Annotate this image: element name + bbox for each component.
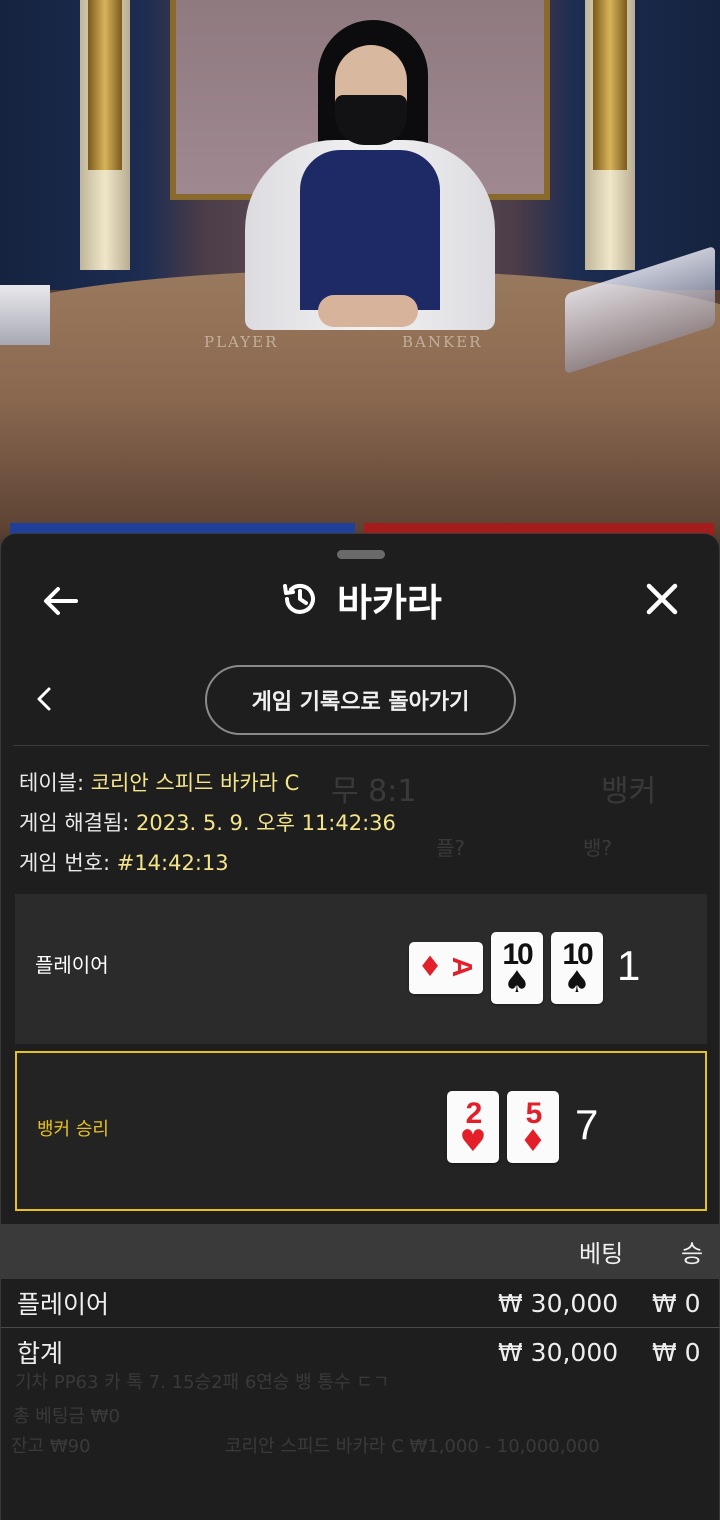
player-hand-panel: 플레이어 ♦ A 10 ♠ 10 ♠ 1 [15, 894, 707, 1044]
banker-score: 7 [575, 1101, 599, 1148]
banker-hand-panel: 뱅커 승리 2 ♥ 5 ♦ 7 [15, 1051, 707, 1211]
table-row: 플레이어 ₩ 30,000 ₩ 0 [1, 1279, 720, 1327]
history-sheet: 바카라 게임 기록으로 돌아가기 무 8:1 뱅커 플? 뱅? 테이블: 코리안… [0, 533, 720, 1520]
ghost-footer-stats: 기차 PP63 카 톡 7. 15승2패 6연승 뱅 통수 ㄷㄱ [15, 1372, 390, 1393]
dealer-mask [335, 95, 407, 145]
bet-amount: ₩ 30,000 [498, 1288, 619, 1318]
previous-button[interactable] [31, 684, 57, 714]
table-info: 테이블: 코리안 스피드 바카라 C [19, 767, 299, 797]
total-bet-amount: ₩ 30,000 [498, 1337, 619, 1367]
dealer-vest [300, 150, 440, 310]
chevron-left-icon [37, 687, 51, 711]
table-info-label: 테이블: [19, 771, 85, 795]
table-banker-label: BANKER [402, 333, 483, 351]
card-suit: ♦ [417, 950, 443, 983]
close-button[interactable] [641, 578, 683, 620]
dealer-hands [318, 295, 418, 327]
ghost-player-question: 플? [436, 836, 466, 860]
screen: PLAYER BANKER 바카라 게임 기록으로 돌아가기 무 8:1 뱅커 … [0, 0, 720, 1520]
win-column-header: 승 [681, 1240, 704, 1268]
discard-tray [0, 285, 50, 345]
ghost-banker-label: 뱅커 [601, 774, 657, 809]
game-number-info: 게임 번호: #14:42:13 [19, 847, 229, 877]
table-info-value: 코리안 스피드 바카라 C [90, 771, 300, 795]
drag-handle[interactable] [337, 550, 385, 559]
player-score: 1 [617, 942, 641, 989]
game-number-label: 게임 번호: [19, 851, 111, 875]
history-clock-icon [283, 583, 315, 614]
table-player-label: PLAYER [204, 333, 279, 351]
playing-card: 2 ♥ [447, 1091, 499, 1163]
banker-win-label: 뱅커 승리 [37, 1119, 109, 1140]
arrow-left-icon [44, 587, 78, 615]
card-suit: ♦ [519, 1124, 547, 1159]
playing-card: 5 ♦ [507, 1091, 559, 1163]
ghost-table-limits: 코리안 스피드 바카라 C ₩1,000 - 10,000,000 [225, 1436, 600, 1457]
card-rank: A [447, 956, 478, 976]
sheet-header: 바카라 [281, 574, 442, 625]
playing-card: ♦ A [409, 942, 483, 994]
live-video-scene: PLAYER BANKER [0, 0, 720, 560]
bets-table-header: 베팅 승 [1, 1224, 720, 1279]
banker-cards: 2 ♥ 5 ♦ [447, 1091, 559, 1163]
playing-card: 10 ♠ [551, 932, 603, 1004]
card-suit: ♠ [563, 965, 591, 1000]
back-button[interactable] [39, 580, 81, 622]
sheet-title: 바카라 [337, 580, 442, 625]
close-icon [646, 583, 678, 615]
ghost-balance: 잔고 ₩90 [11, 1436, 91, 1457]
ghost-total-bet: 총 베팅금 ₩0 [13, 1406, 120, 1427]
ghost-banker-question: 뱅? [583, 836, 613, 860]
resolved-info: 게임 해결됨: 2023. 5. 9. 오후 11:42:36 [19, 807, 396, 837]
pillar-right [585, 0, 635, 270]
resolved-info-label: 게임 해결됨: [19, 811, 130, 835]
bet-column-header: 베팅 [579, 1240, 624, 1268]
card-suit: ♠ [503, 965, 531, 1000]
win-amount: ₩ 0 [652, 1288, 701, 1318]
pillar-left [80, 0, 130, 270]
game-number-value: #14:42:13 [116, 851, 229, 875]
ghost-tie-payout: 무 8:1 [331, 774, 417, 809]
player-cards: ♦ A 10 ♠ 10 ♠ [409, 932, 603, 1004]
back-to-history-button[interactable]: 게임 기록으로 돌아가기 [205, 665, 516, 735]
divider [13, 745, 709, 746]
player-hand-label: 플레이어 [35, 953, 109, 977]
bet-name: 플레이어 [17, 1290, 110, 1319]
resolved-info-value: 2023. 5. 9. 오후 11:42:36 [136, 811, 396, 835]
card-suit: ♥ [459, 1124, 487, 1159]
total-win-amount: ₩ 0 [652, 1337, 701, 1367]
playing-card: 10 ♠ [491, 932, 543, 1004]
